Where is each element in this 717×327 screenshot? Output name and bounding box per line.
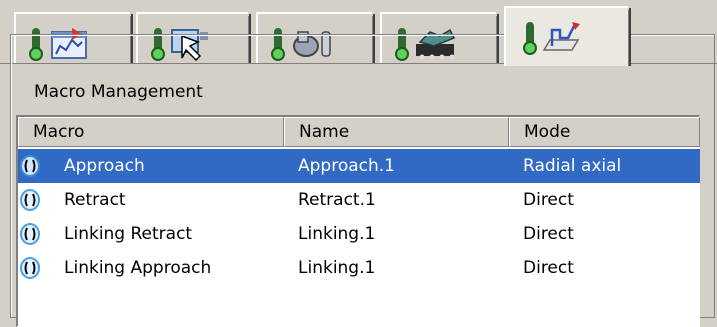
column-header-name[interactable]: Name (284, 117, 509, 147)
table-row[interactable]: Linking Approach Linking.1 Direct (18, 251, 700, 285)
column-header-macro[interactable]: Macro (18, 117, 284, 147)
column-header-mode[interactable]: Mode (509, 117, 700, 147)
cell-macro: Retract (64, 190, 126, 210)
table-row[interactable]: Linking Retract Linking.1 Direct (18, 217, 700, 251)
macro-list[interactable]: Macro Name Mode Approach Approach.1 Radi… (16, 115, 700, 327)
macro-icon (20, 257, 40, 279)
cell-macro: Linking Retract (64, 224, 193, 244)
tab-macros[interactable] (504, 6, 631, 66)
cell-macro: Approach (64, 156, 145, 176)
cell-name: Linking.1 (298, 224, 376, 244)
table-row[interactable]: Retract Retract.1 Direct (18, 183, 700, 217)
cell-mode: Radial axial (523, 156, 622, 176)
macro-icon (20, 223, 40, 245)
cell-name: Approach.1 (298, 156, 395, 176)
list-header: Macro Name Mode (18, 117, 700, 147)
macro-icon (20, 189, 40, 211)
cell-mode: Direct (523, 258, 574, 278)
cell-macro: Linking Approach (64, 258, 212, 278)
cell-mode: Direct (523, 224, 574, 244)
cell-mode: Direct (523, 190, 574, 210)
macro-path-icon (523, 22, 580, 55)
group-label: Macro Management (28, 82, 209, 102)
macro-icon (20, 155, 40, 177)
table-row[interactable]: Approach Approach.1 Radial axial (18, 149, 700, 183)
cell-name: Retract.1 (298, 190, 376, 210)
cell-name: Linking.1 (298, 258, 376, 278)
